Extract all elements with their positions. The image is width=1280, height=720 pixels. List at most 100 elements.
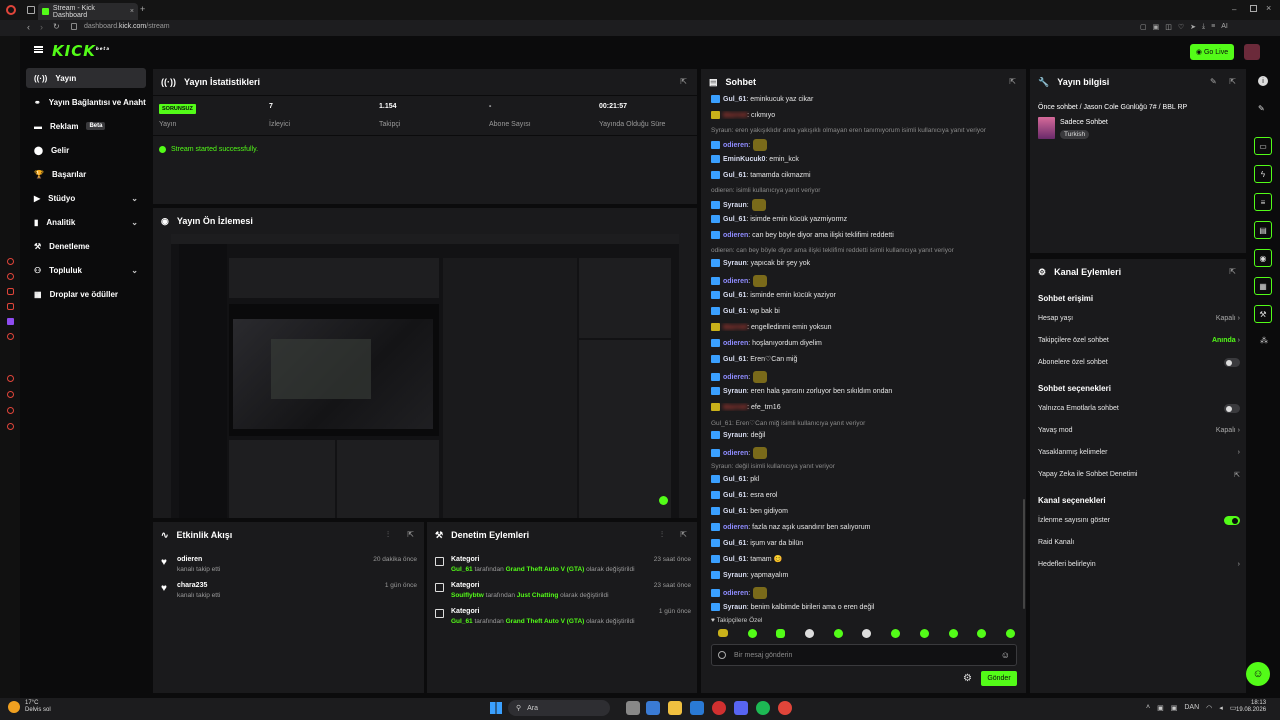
- windows-start-icon[interactable]: [490, 702, 502, 714]
- copilot-icon[interactable]: [646, 701, 660, 715]
- history-icon[interactable]: [7, 375, 14, 382]
- panel-toggle-stats-icon[interactable]: ▭: [1254, 137, 1272, 155]
- sidebar-item-revenue[interactable]: ⬤ Gelir: [26, 140, 146, 160]
- sidebar-item-community[interactable]: ⚇ Topluluk ⌄: [26, 260, 146, 280]
- chat-username[interactable]: Syraun: [723, 202, 747, 209]
- chat-username[interactable]: odieren: [723, 450, 748, 457]
- sidebar-item-analytics[interactable]: ▮ Analitik ⌄: [26, 212, 146, 232]
- chat-username[interactable]: blurred: [723, 112, 747, 119]
- emote-icon[interactable]: [891, 629, 901, 638]
- chat-username[interactable]: odieren: [723, 524, 748, 531]
- game-icon[interactable]: [7, 303, 14, 310]
- subs-chat-toggle[interactable]: [1224, 358, 1240, 367]
- shield-icon[interactable]: [7, 288, 14, 295]
- sidebar-item-drops[interactable]: ▦ Droplar ve ödüller: [26, 284, 146, 304]
- close-icon[interactable]: ×: [130, 8, 134, 15]
- chat-username[interactable]: Gul_61: [723, 508, 746, 515]
- chat-username[interactable]: blurred: [723, 324, 747, 331]
- banned-words-row[interactable]: Yasaklanmış kelimeler ›: [1038, 449, 1240, 456]
- show-viewers-toggle[interactable]: [1224, 516, 1240, 525]
- go-live-button[interactable]: ◉ Go Live: [1190, 44, 1234, 60]
- chat-username[interactable]: Gul_61: [723, 540, 746, 547]
- panel-toggle-wrench-icon[interactable]: ⚒: [1254, 305, 1272, 323]
- emote-bar[interactable]: [715, 629, 1015, 641]
- wifi-icon[interactable]: ◠: [1206, 704, 1212, 712]
- chat-username[interactable]: odieren: [723, 278, 748, 285]
- tray-app-icon[interactable]: ▣: [1171, 704, 1178, 712]
- emotes-only-toggle[interactable]: [1224, 404, 1240, 413]
- sidebar-item-stream-key[interactable]: ⚭ Yayın Bağlantısı ve Anahtarı: [26, 92, 146, 112]
- emote-icon[interactable]: [977, 629, 987, 638]
- back-icon[interactable]: ‹: [27, 22, 30, 32]
- emote-icon[interactable]: [862, 629, 872, 638]
- twitch-icon[interactable]: [7, 318, 14, 325]
- chat-message-list[interactable]: Gul_61: eminkucuk yaz cikar blurred: cıkm…: [701, 95, 1028, 619]
- opera-sidebar-icons[interactable]: [7, 258, 14, 340]
- set-goals-row[interactable]: Hedefleri belirleyin ›: [1038, 561, 1240, 568]
- clock[interactable]: 18:13 19.08.2026: [1236, 700, 1266, 714]
- panel-toggle-broadcast-icon[interactable]: ◉: [1254, 249, 1272, 267]
- raid-channel-row[interactable]: Raid Kanalı: [1038, 539, 1240, 546]
- opera-sidebar-bottom-icons[interactable]: [7, 375, 14, 430]
- tray-app-icon[interactable]: ▣: [1157, 704, 1164, 712]
- camera-icon[interactable]: ▢: [1140, 23, 1147, 31]
- emote-icon[interactable]: [805, 629, 815, 638]
- chat-username[interactable]: odieren: [723, 232, 748, 239]
- browser-tab[interactable]: Stream - Kick Dashboard ×: [38, 3, 138, 20]
- extensions-icon[interactable]: ≡: [1211, 23, 1215, 31]
- chat-username[interactable]: Gul_61: [723, 492, 746, 499]
- aria-icon[interactable]: [7, 273, 14, 280]
- avatar[interactable]: [1244, 44, 1260, 60]
- workspace-icon[interactable]: [27, 6, 35, 14]
- chat-settings-gear-icon[interactable]: ⚙: [963, 673, 972, 684]
- chevron-up-icon[interactable]: ˄: [1146, 704, 1150, 712]
- system-tray[interactable]: ˄ ▣ ▣ DAN ◠ ◂ ▭: [1146, 704, 1236, 712]
- chat-username[interactable]: Syraun: [723, 604, 747, 611]
- popout-icon[interactable]: ⇱: [1229, 77, 1236, 86]
- ai-button[interactable]: AI: [1221, 23, 1228, 31]
- panel-toggle-calendar-icon[interactable]: ▦: [1254, 277, 1272, 295]
- forward-icon[interactable]: ›: [40, 22, 43, 32]
- chat-username[interactable]: Syraun: [723, 260, 747, 267]
- browser-extension-icons[interactable]: ▢ ▣ ◫ ♡ ➤ ⤓ ≡ AI: [1140, 23, 1228, 31]
- chat-username[interactable]: Syraun: [723, 388, 747, 395]
- chat-username[interactable]: Gul_61: [723, 556, 746, 563]
- url-text[interactable]: dashboard.kick.com/stream: [84, 23, 170, 30]
- sidebar-item-moderation[interactable]: ⚒ Denetleme: [26, 236, 146, 256]
- chat-username[interactable]: odieren: [723, 374, 748, 381]
- popout-icon[interactable]: ⇱: [680, 530, 687, 539]
- weather-widget[interactable]: 17°C Delvis sol: [8, 700, 51, 714]
- sidebar-item-achievements[interactable]: 🏆 Başarılar: [26, 164, 146, 184]
- store-icon[interactable]: [690, 701, 704, 715]
- downloads-icon[interactable]: [7, 391, 14, 398]
- discord-icon[interactable]: [734, 701, 748, 715]
- emote-icon[interactable]: [948, 629, 958, 638]
- emote-icon[interactable]: [718, 629, 728, 637]
- chat-username[interactable]: Gul_61: [723, 476, 746, 483]
- opera-icon[interactable]: [7, 258, 14, 265]
- sidebar-item-stream[interactable]: ((·)) Yayın: [26, 68, 146, 88]
- emote-icon[interactable]: [1005, 629, 1015, 638]
- task-view-icon[interactable]: [626, 701, 640, 715]
- stream-preview-video[interactable]: [171, 234, 679, 518]
- emoji-picker-icon[interactable]: ☺: [1001, 650, 1010, 660]
- chat-input[interactable]: Bir mesaj gönderin ☺: [711, 644, 1017, 666]
- slow-mode-row[interactable]: Yavaş mod Kapalı ›: [1038, 427, 1240, 434]
- chat-username[interactable]: Gul_61: [723, 172, 746, 179]
- wallet-icon[interactable]: ▣: [1153, 23, 1160, 31]
- chat-username[interactable]: Syraun: [723, 432, 747, 439]
- new-tab-button[interactable]: +: [140, 4, 145, 14]
- chat-username[interactable]: blurred: [723, 404, 747, 411]
- filter-icon[interactable]: ⫶: [387, 530, 389, 540]
- opera-taskbar-icon[interactable]: [712, 701, 726, 715]
- followers-chat-row[interactable]: Takipçilere özel sohbet Anında ›: [1038, 337, 1240, 344]
- emote-icon[interactable]: [833, 629, 843, 638]
- chat-username[interactable]: Gul_61: [723, 96, 746, 103]
- language-indicator[interactable]: DAN: [1184, 704, 1199, 712]
- popout-icon[interactable]: ⇱: [1229, 267, 1236, 276]
- popout-icon[interactable]: ⇱: [407, 530, 414, 539]
- sidebar-item-studio[interactable]: ▶ Stüdyo ⌄: [26, 188, 146, 208]
- settings-icon[interactable]: [7, 423, 14, 430]
- sidebar-item-ads[interactable]: ▬ Reklam Beta: [26, 116, 146, 136]
- chat-username[interactable]: Gul_61: [723, 308, 746, 315]
